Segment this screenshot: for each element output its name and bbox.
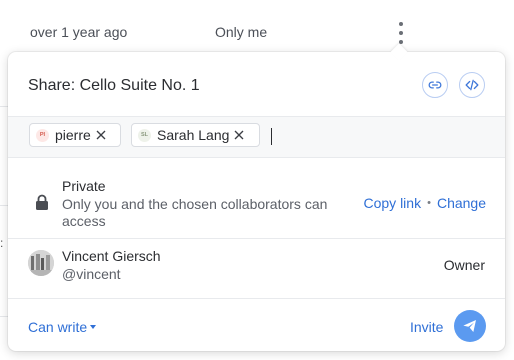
- send-icon: [463, 320, 476, 332]
- collaborator-row: Vincent Giersch @vincent Owner: [8, 238, 505, 298]
- code-icon: [465, 79, 479, 91]
- recipient-name: Sarah Lang: [157, 127, 230, 143]
- ellipsis-glyph: :: [0, 236, 4, 250]
- recipient-name: pierre: [55, 127, 91, 143]
- updated-cell: over 1 year ago: [30, 24, 128, 40]
- popover-footer: Can write Invite: [8, 298, 505, 351]
- copy-link-link[interactable]: Copy link: [364, 195, 422, 211]
- change-link[interactable]: Change: [437, 195, 486, 211]
- remove-recipient-button[interactable]: [234, 130, 244, 140]
- collaborator-role: Owner: [443, 257, 485, 273]
- privacy-description: Only you and the chosen collaborators ca…: [62, 196, 328, 229]
- recipient-chip: SL Sarah Lang: [131, 123, 260, 147]
- separator: •: [427, 197, 431, 209]
- share-popover: Share: Cello Suite No. 1 PI pierre SL Sa…: [8, 52, 505, 351]
- embed-button[interactable]: [459, 72, 485, 98]
- access-cell: Only me: [215, 24, 268, 40]
- permission-dropdown[interactable]: Can write: [28, 319, 97, 335]
- close-icon: [234, 130, 244, 140]
- copy-link-button[interactable]: [422, 72, 448, 98]
- remove-recipient-button[interactable]: [96, 130, 106, 140]
- lock-icon: [36, 194, 48, 210]
- avatar-photo: [28, 250, 54, 276]
- invite-label[interactable]: Invite: [410, 319, 443, 335]
- text-cursor: [271, 128, 272, 145]
- more-vertical-icon[interactable]: [394, 22, 408, 44]
- invite-button[interactable]: [454, 310, 486, 342]
- permission-label: Can write: [28, 319, 88, 335]
- avatar: PI: [36, 128, 49, 142]
- avatar: SL: [138, 128, 151, 142]
- caret-down-icon: [90, 325, 97, 329]
- collaborator-handle: @vincent: [62, 266, 121, 282]
- link-icon: [428, 81, 442, 89]
- popover-header: Share: Cello Suite No. 1: [8, 52, 505, 116]
- privacy-title: Private: [62, 178, 106, 194]
- avatar: [28, 250, 54, 276]
- recipients-input[interactable]: PI pierre SL Sarah Lang: [8, 116, 505, 158]
- popover-title: Share: Cello Suite No. 1: [28, 77, 200, 94]
- close-icon: [96, 130, 106, 140]
- privacy-section: Private Only you and the chosen collabor…: [8, 156, 505, 238]
- recipient-chip: PI pierre: [29, 123, 121, 147]
- privacy-actions: Copy link • Change: [364, 195, 487, 211]
- collaborator-name: Vincent Giersch: [62, 248, 161, 264]
